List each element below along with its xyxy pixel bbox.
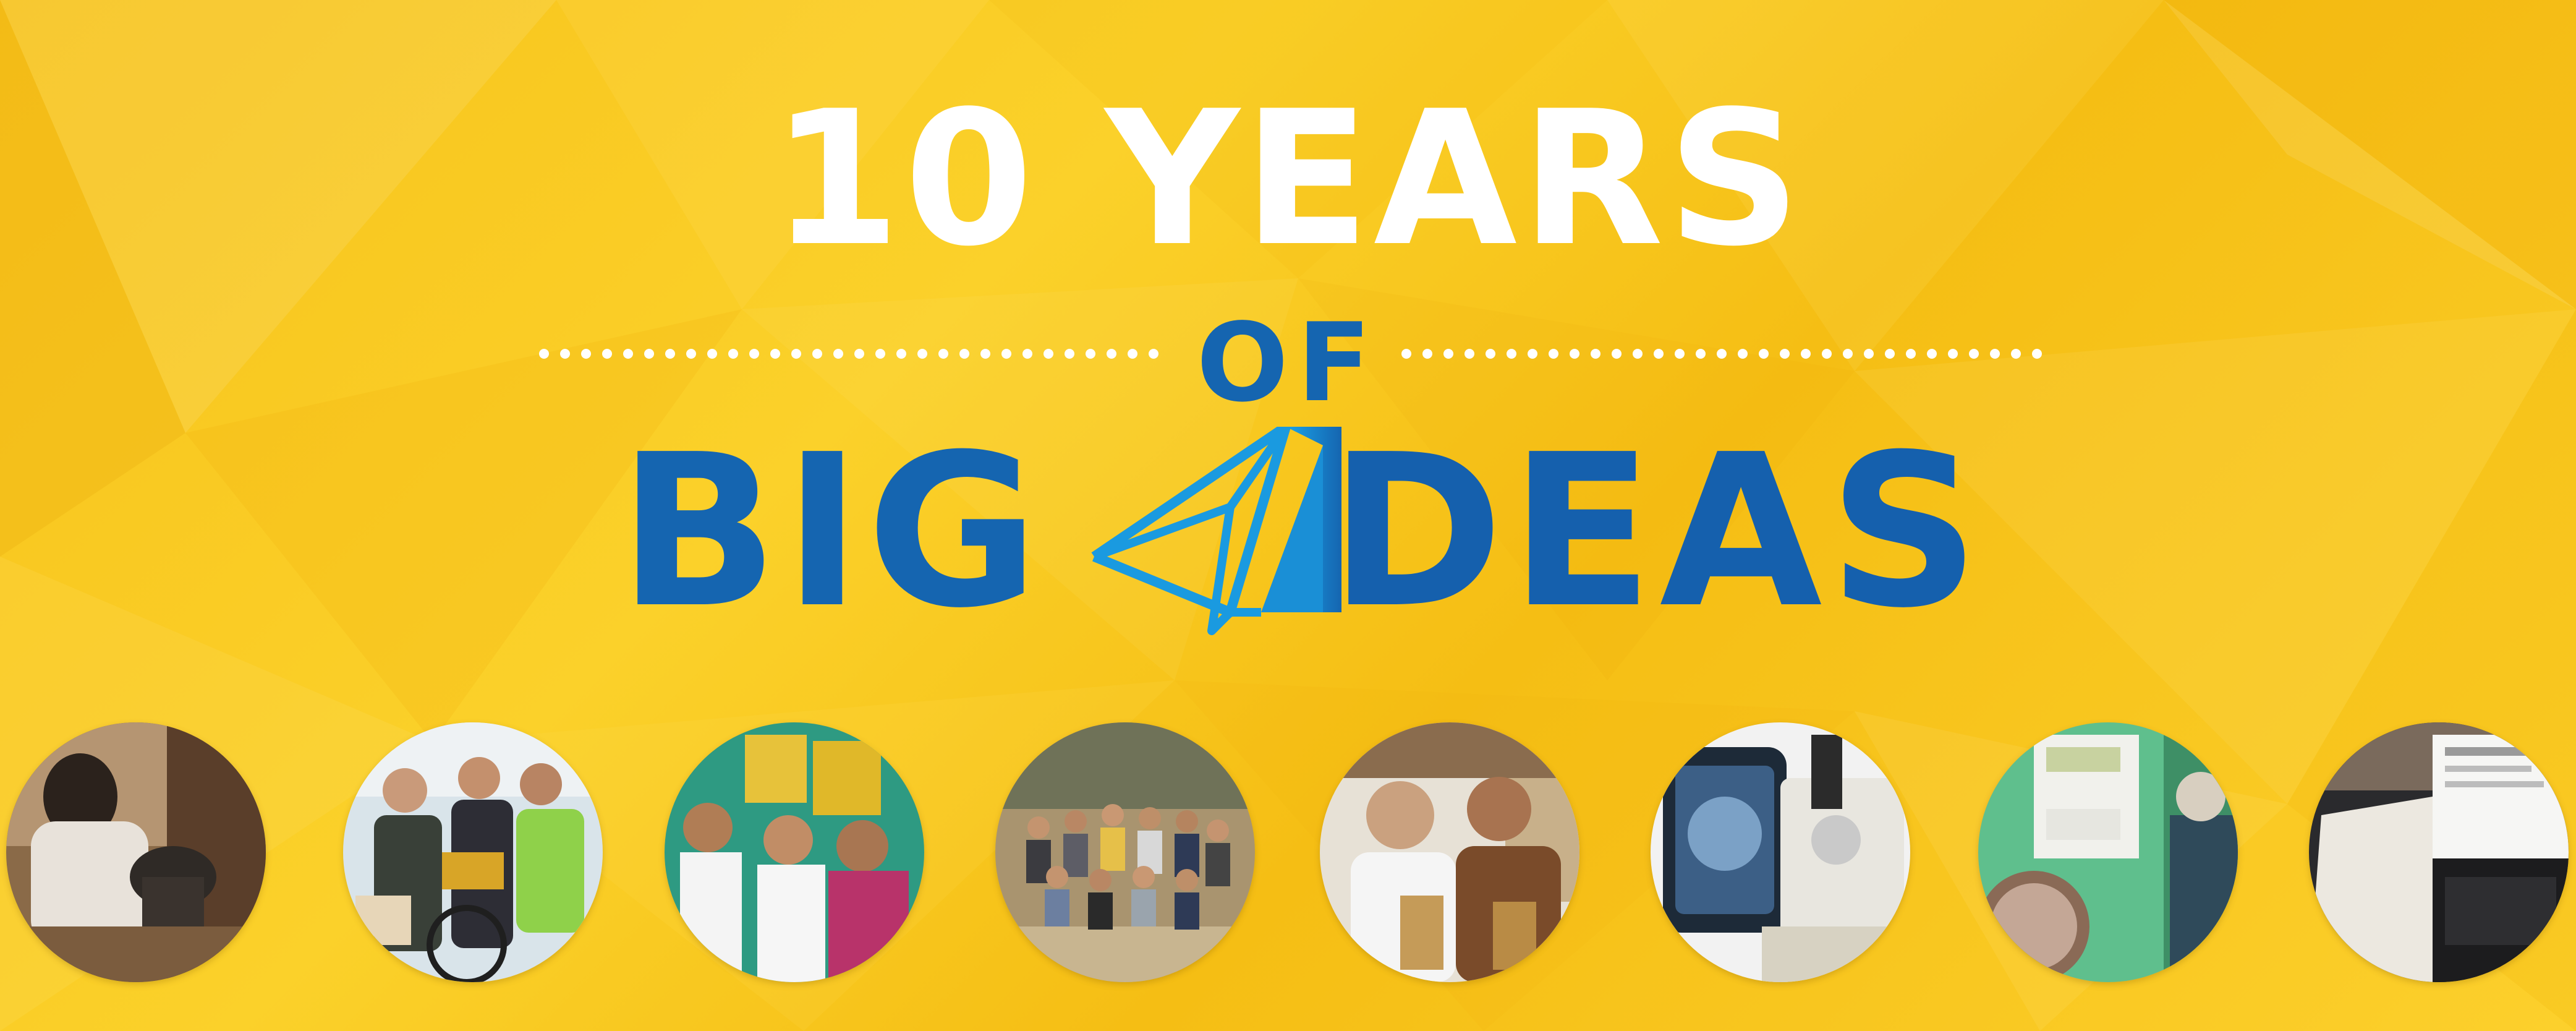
headline-years: 10 YEARS xyxy=(771,71,1805,287)
dot-right xyxy=(1885,349,1895,359)
dot-right xyxy=(1801,349,1811,359)
headline-big-ideas: BIG DEAS xyxy=(0,414,2576,649)
dot-right xyxy=(1738,349,1748,359)
dot-right xyxy=(1507,349,1516,359)
dot-right xyxy=(1843,349,1853,359)
dot-right xyxy=(1422,349,1432,359)
dot-right xyxy=(1759,349,1769,359)
dot-right xyxy=(1969,349,1979,359)
dot-right xyxy=(1528,349,1537,359)
dot-right xyxy=(1401,349,1411,359)
dotted-rule-right xyxy=(1401,349,2042,359)
paper-plane-icon xyxy=(1091,427,1341,635)
electrical-meter-photo xyxy=(1978,722,2238,982)
dot-right xyxy=(1464,349,1474,359)
dot-right xyxy=(1591,349,1600,359)
laptop-notebook-photo xyxy=(2309,722,2569,982)
dot-right xyxy=(1675,349,1685,359)
dot-right xyxy=(1486,349,1495,359)
headline-word-deas: DEAS xyxy=(1329,409,1986,654)
dot-right xyxy=(2032,349,2042,359)
photo-row xyxy=(0,722,2576,982)
dot-right xyxy=(1696,349,1706,359)
cyclists-group-photo xyxy=(343,722,603,982)
large-team-photo xyxy=(995,722,1255,982)
cooking-stove-photo xyxy=(6,722,266,982)
dot-right xyxy=(2011,349,2021,359)
dot-right xyxy=(1654,349,1664,359)
headline-of: OF xyxy=(1196,301,1380,426)
headline-word-big: BIG xyxy=(618,409,1044,654)
microscope-device-photo xyxy=(1651,722,1910,982)
dot-right xyxy=(1717,349,1727,359)
medical-staff-photo xyxy=(665,722,924,982)
dot-right xyxy=(1549,349,1558,359)
two-founders-photo xyxy=(1320,722,1579,982)
dot-right xyxy=(1864,349,1874,359)
dot-right xyxy=(1570,349,1579,359)
dot-right xyxy=(1612,349,1622,359)
dot-right xyxy=(1990,349,2000,359)
dot-right xyxy=(1443,349,1453,359)
dot-right xyxy=(1822,349,1832,359)
dot-right xyxy=(1633,349,1643,359)
dot-right xyxy=(1780,349,1790,359)
dot-right xyxy=(1948,349,1958,359)
dot-right xyxy=(1906,349,1916,359)
dot-right xyxy=(1927,349,1937,359)
banner: 10 YEARS OF BIG DEAS xyxy=(0,0,2576,1031)
